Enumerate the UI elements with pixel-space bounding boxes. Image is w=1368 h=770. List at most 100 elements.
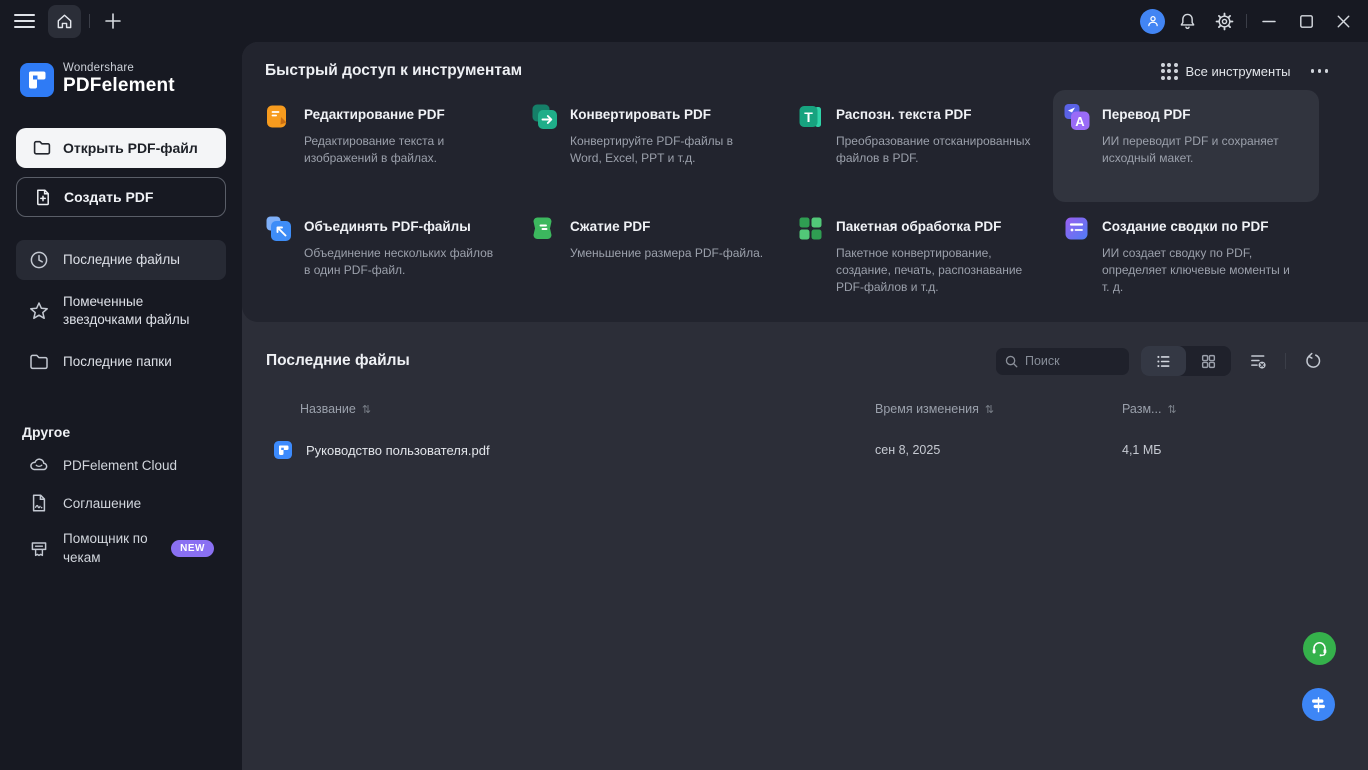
compress-pdf-icon [531, 215, 558, 242]
sidebar-item-label: Последние папки [63, 353, 172, 371]
account-avatar[interactable] [1140, 9, 1165, 34]
home-tab-button[interactable] [48, 5, 81, 38]
tool-desc: Объединение нескольких файлов в один PDF… [304, 245, 500, 279]
tool-desc: ИИ создает сводку по PDF, определяет клю… [1102, 245, 1298, 295]
tool-title: Распозн. текста PDF [836, 107, 1032, 122]
more-options-button[interactable] [1309, 65, 1331, 77]
column-label: Название [300, 402, 356, 416]
svg-text:A: A [1075, 114, 1085, 129]
refresh-icon [1304, 352, 1322, 370]
edit-pdf-icon [265, 103, 292, 130]
minimize-button[interactable] [1254, 6, 1284, 36]
sidebar-item-recent-folders[interactable]: Последние папки [16, 342, 226, 382]
tool-title: Создание сводки по PDF [1102, 219, 1298, 234]
tool-desc: Пакетное конвертирование, создание, печа… [836, 245, 1032, 295]
notifications-button[interactable] [1172, 6, 1202, 36]
star-icon [28, 300, 50, 322]
file-table: Название ⇅ Время изменения ⇅ Разм... ⇅ [266, 402, 1368, 460]
quick-access-panel: Быстрый доступ к инструментам Все инстру… [242, 42, 1368, 322]
tool-card-summary-pdf[interactable]: Создание сводки по PDF ИИ создает сводку… [1053, 202, 1319, 314]
tool-card-translate-pdf[interactable]: A Перевод PDF ИИ переводит PDF и сохраня… [1053, 90, 1319, 202]
sidebar-item-label: PDFelement Cloud [63, 458, 177, 473]
sidebar-item-starred-files[interactable]: Помеченные звездочками файлы [16, 284, 226, 338]
person-icon [1145, 13, 1161, 29]
search-box[interactable] [996, 348, 1129, 375]
column-header-name[interactable]: Название ⇅ [266, 402, 875, 416]
tool-card-edit-pdf[interactable]: Редактирование PDF Редактирование текста… [255, 90, 521, 202]
tool-card-compress-pdf[interactable]: Сжатие PDF Уменьшение размера PDF-файла. [521, 202, 787, 314]
sidebar-item-receipt-assistant[interactable]: Помощник по чекам NEW [16, 522, 226, 574]
file-name: Руководство пользователя.pdf [306, 443, 490, 458]
sort-icon: ⇅ [985, 403, 994, 416]
close-button[interactable] [1328, 6, 1358, 36]
headset-icon [1310, 639, 1329, 658]
ocr-pdf-icon: T [797, 103, 824, 130]
titlebar-separator [1246, 14, 1247, 28]
merge-pdf-icon [265, 215, 292, 242]
table-row[interactable]: Руководство пользователя.pdf сен 8, 2025… [266, 440, 1288, 460]
grid-dots-icon [1161, 63, 1178, 80]
column-label: Время изменения [875, 402, 979, 416]
summary-pdf-icon [1063, 215, 1090, 242]
other-section-title: Другое [22, 424, 226, 440]
gear-icon [1215, 12, 1234, 31]
folder-open-icon [32, 138, 52, 158]
title-bar [0, 0, 1368, 42]
all-tools-label: Все инструменты [1186, 64, 1291, 79]
list-view-icon [1155, 353, 1172, 370]
svg-text:T: T [804, 109, 813, 125]
grid-view-icon [1200, 353, 1217, 370]
agreement-icon [28, 492, 50, 514]
clear-list-icon [1249, 352, 1267, 370]
tool-card-convert-pdf[interactable]: Конвертировать PDF Конвертируйте PDF-фай… [521, 90, 787, 202]
refresh-button[interactable] [1298, 346, 1328, 376]
support-button[interactable] [1303, 632, 1336, 665]
tool-card-ocr-pdf[interactable]: T Распозн. текста PDF Преобразование отс… [787, 90, 1053, 202]
tool-desc: Редактирование текста и изображений в фа… [304, 133, 500, 167]
open-pdf-button[interactable]: Открыть PDF-файл [16, 128, 226, 168]
minimize-icon [1259, 11, 1279, 31]
tool-title: Объединять PDF-файлы [304, 219, 500, 234]
open-pdf-label: Открыть PDF-файл [63, 140, 198, 156]
guide-button[interactable] [1302, 688, 1335, 721]
document-plus-icon [33, 187, 53, 207]
search-input[interactable] [1025, 354, 1115, 368]
create-pdf-label: Создать PDF [64, 189, 153, 205]
quick-access-title: Быстрый доступ к инструментам [265, 62, 522, 80]
new-tab-button[interactable] [98, 6, 128, 36]
grid-view-button[interactable] [1186, 346, 1231, 376]
column-header-modified[interactable]: Время изменения ⇅ [875, 402, 1122, 416]
create-pdf-button[interactable]: Создать PDF [16, 177, 226, 217]
clock-icon [28, 249, 50, 271]
receipt-icon [28, 538, 50, 560]
hamburger-menu-icon[interactable] [10, 6, 40, 36]
tool-desc: Конвертируйте PDF-файлы в Word, Excel, P… [570, 133, 766, 167]
clear-list-button[interactable] [1243, 346, 1273, 376]
sidebar-item-label: Последние файлы [63, 251, 180, 269]
column-header-size[interactable]: Разм... ⇅ [1122, 402, 1288, 416]
home-icon [55, 12, 74, 31]
settings-button[interactable] [1209, 6, 1239, 36]
all-tools-button[interactable]: Все инструменты [1161, 63, 1291, 80]
sort-icon: ⇅ [362, 403, 371, 416]
sidebar-item-recent-files[interactable]: Последние файлы [16, 240, 226, 280]
convert-pdf-icon [531, 103, 558, 130]
folder-icon [28, 351, 50, 373]
sidebar-item-pdfelement-cloud[interactable]: PDFelement Cloud [16, 446, 226, 484]
recent-files-title: Последние файлы [266, 352, 410, 370]
sidebar-item-label: Соглашение [63, 496, 141, 511]
bell-icon [1178, 12, 1197, 31]
tool-card-batch-pdf[interactable]: Пакетная обработка PDF Пакетное конверти… [787, 202, 1053, 314]
pdf-file-icon [273, 440, 293, 460]
tool-card-merge-pdf[interactable]: Объединять PDF-файлы Объединение несколь… [255, 202, 521, 314]
batch-pdf-icon [797, 215, 824, 242]
translate-pdf-icon: A [1063, 103, 1090, 130]
maximize-icon [1297, 12, 1316, 31]
maximize-button[interactable] [1291, 6, 1321, 36]
tool-desc: Уменьшение размера PDF-файла. [570, 245, 763, 262]
new-badge: NEW [171, 540, 214, 557]
list-view-button[interactable] [1141, 346, 1186, 376]
sidebar-item-agreement[interactable]: Соглашение [16, 484, 226, 522]
tool-title: Перевод PDF [1102, 107, 1298, 122]
table-header-row: Название ⇅ Время изменения ⇅ Разм... ⇅ [266, 402, 1288, 416]
